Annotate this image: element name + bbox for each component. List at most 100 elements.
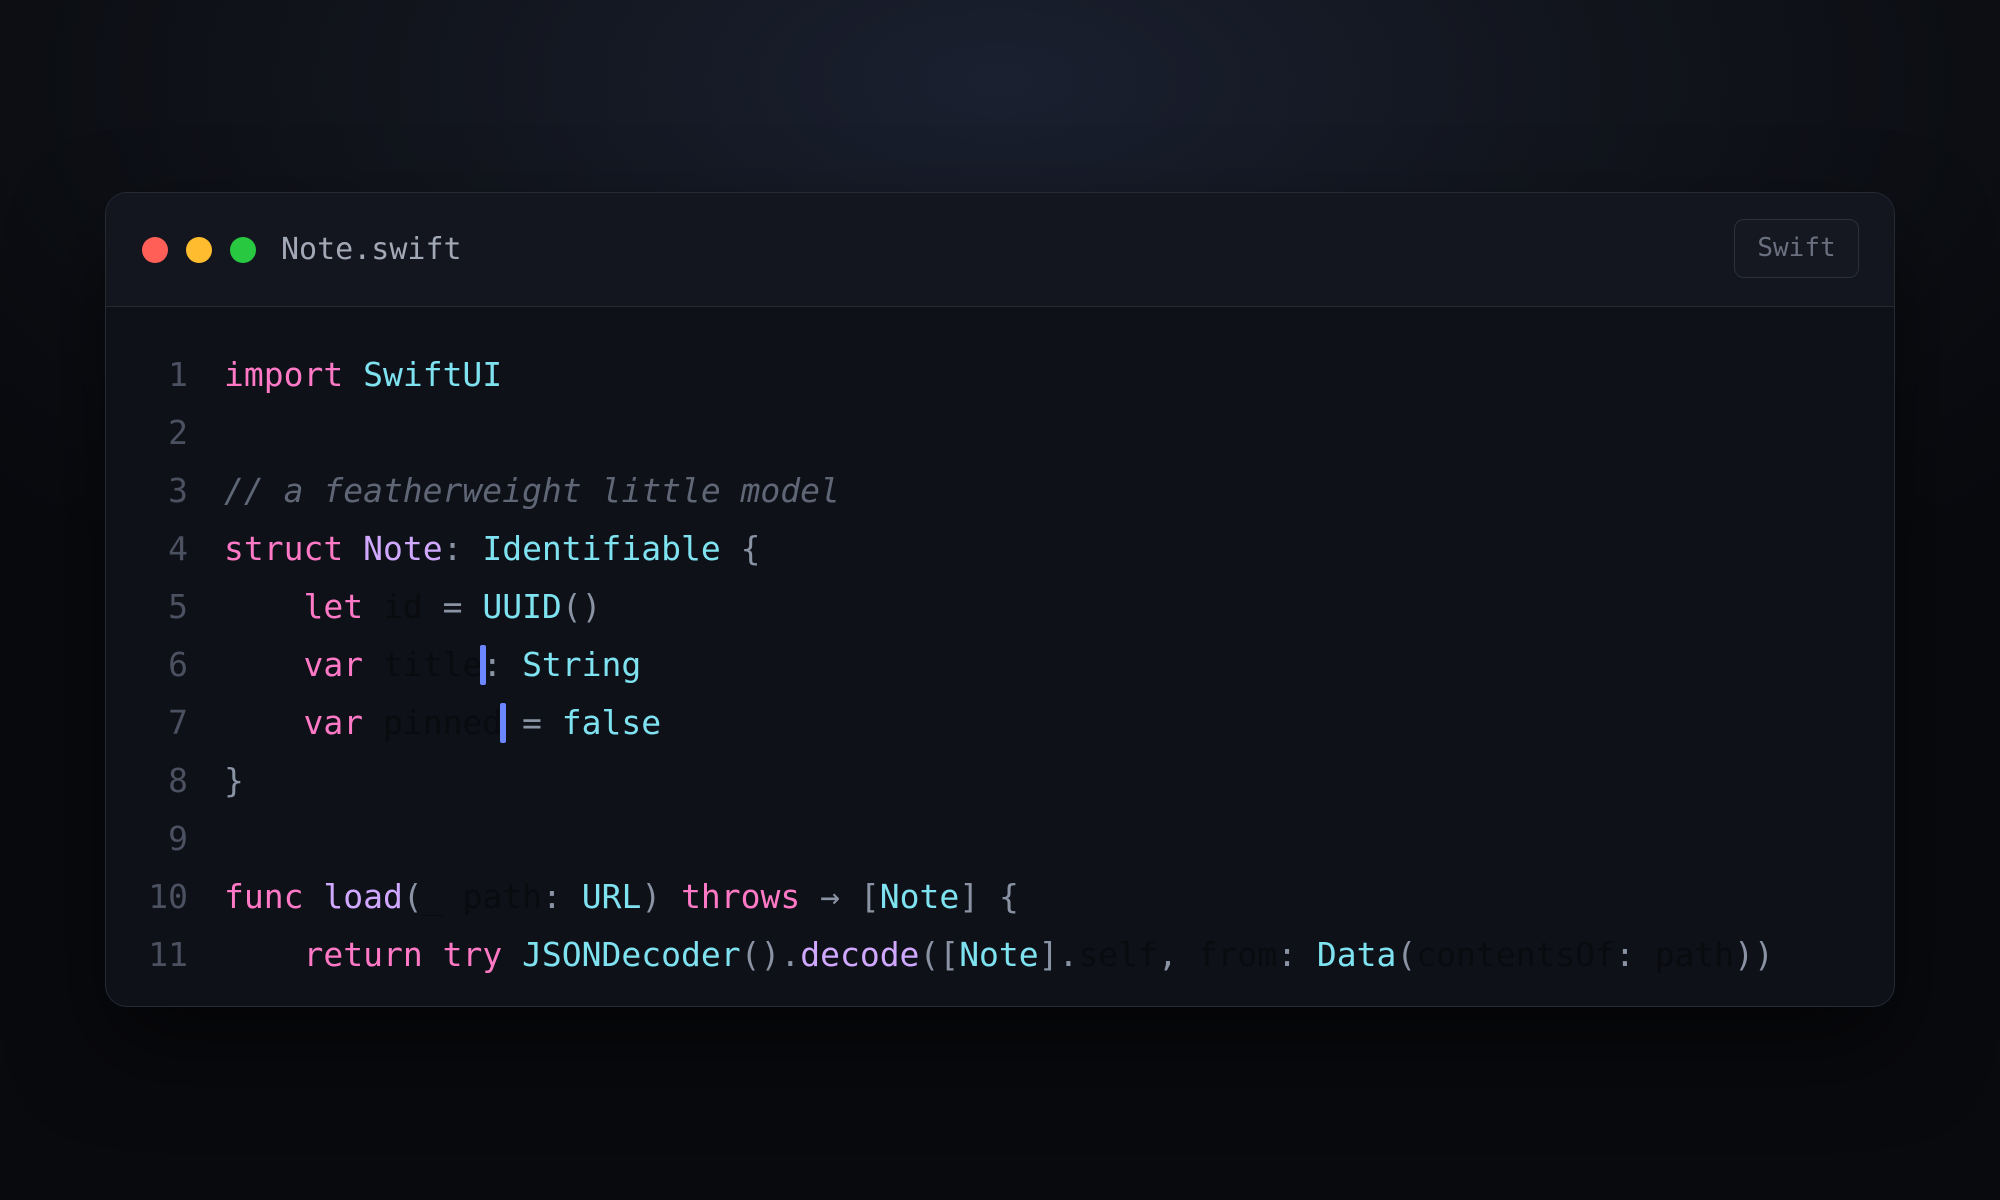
- text-cursor: [480, 645, 487, 685]
- line-number: 6: [168, 645, 188, 684]
- code-token: // a featherweight little model: [224, 471, 840, 510]
- line-number: 2: [168, 413, 188, 452]
- code-token: ].: [1038, 935, 1079, 974]
- code-token: Note: [959, 935, 1039, 974]
- code-token: :: [1277, 935, 1317, 974]
- line-content: }: [224, 752, 244, 810]
- code-token: import: [224, 355, 344, 394]
- code-token: ,: [1157, 935, 1198, 974]
- close-window-button[interactable]: [142, 237, 168, 263]
- line-content: var title: String: [224, 636, 641, 694]
- code-token: JSONDecoder: [522, 935, 741, 974]
- line-content: struct Note: Identifiable {: [224, 520, 761, 578]
- code-token: false: [561, 703, 662, 742]
- code-token: ): [641, 877, 682, 916]
- code-token: title: [382, 645, 483, 684]
- line-number: 10: [148, 877, 188, 916]
- code-token: from: [1197, 935, 1278, 974]
- line-content: func load(_ path: URL) throws → [Note] {: [224, 868, 1019, 926]
- code-token: decode: [800, 935, 920, 974]
- line-number: 3: [168, 471, 188, 510]
- code-token: ] {: [959, 877, 1019, 916]
- line-number: 5: [168, 587, 188, 626]
- code-token: {: [720, 529, 761, 568]
- code-token: var: [303, 645, 364, 684]
- code-token: Note: [363, 529, 443, 568]
- code-token: var: [303, 703, 364, 742]
- language-badge[interactable]: Swift: [1734, 219, 1859, 278]
- code-token: (): [561, 587, 602, 626]
- code-token: Note: [879, 877, 960, 916]
- code-token: :: [541, 877, 582, 916]
- line-content: let id = UUID(): [224, 578, 602, 636]
- code-token: throws: [681, 877, 801, 916]
- line-number: 4: [168, 529, 188, 568]
- minimize-window-button[interactable]: [186, 237, 212, 263]
- code-line[interactable]: 5 let id = UUID(): [106, 578, 1894, 636]
- code-token: (: [402, 877, 423, 916]
- code-token: struct: [224, 529, 344, 568]
- code-token: =: [422, 587, 483, 626]
- text-cursor: [500, 703, 507, 743]
- code-line[interactable]: 11 return try JSONDecoder().decode([Note…: [106, 926, 1894, 984]
- code-token: ([: [919, 935, 960, 974]
- code-line[interactable]: 8}: [106, 752, 1894, 810]
- code-line[interactable]: 2: [106, 404, 1894, 462]
- code-token: id: [382, 587, 423, 626]
- code-token: path: [462, 877, 542, 916]
- code-line[interactable]: 1 import SwiftUI: [106, 346, 1894, 404]
- code-token: return: [303, 935, 423, 974]
- code-line[interactable]: 7 var pinned = false: [106, 694, 1894, 752]
- code-line[interactable]: 10 func load(_ path: URL) throws → [Note]…: [106, 868, 1894, 926]
- code-token: pinned: [382, 703, 503, 742]
- code-token: _: [422, 877, 443, 916]
- maximize-window-button[interactable]: [230, 237, 256, 263]
- code-token: ().: [740, 935, 801, 974]
- code-line[interactable]: 3 // a featherweight little model: [106, 462, 1894, 520]
- line-content: // a featherweight little model: [224, 462, 840, 520]
- code-token: Identifiable: [482, 529, 721, 568]
- code-token: URL: [581, 877, 642, 916]
- line-number: 11: [148, 935, 188, 974]
- line-number: 9: [168, 819, 188, 858]
- code-token: =: [502, 703, 562, 742]
- code-token: :: [442, 529, 483, 568]
- code-token: String: [522, 645, 642, 684]
- code-token: }: [224, 761, 244, 800]
- code-token: try: [442, 935, 503, 974]
- code-token: let: [303, 587, 364, 626]
- code-line[interactable]: 6 var title: String: [106, 636, 1894, 694]
- code-token: )): [1734, 935, 1774, 974]
- code-window: Note.swift Swift 1 import SwiftUI 2 3 // a f…: [105, 192, 1895, 1007]
- code-line[interactable]: 9: [106, 810, 1894, 868]
- line-number: 8: [168, 761, 188, 800]
- title-bar: Note.swift Swift: [106, 193, 1894, 307]
- line-number: 1: [168, 355, 188, 394]
- code-token: → [: [800, 877, 880, 916]
- code-token: Data: [1316, 935, 1397, 974]
- code-token: load: [323, 877, 403, 916]
- code-token: SwiftUI: [363, 355, 503, 394]
- code-token: UUID: [482, 587, 562, 626]
- code-token: func: [224, 877, 304, 916]
- code-token: (: [1396, 935, 1417, 974]
- line-content: import SwiftUI: [224, 346, 502, 404]
- code-token: self: [1078, 935, 1158, 974]
- code-token: path: [1654, 935, 1735, 974]
- file-name: Note.swift: [281, 232, 462, 267]
- code-line[interactable]: 4 struct Note: Identifiable {: [106, 520, 1894, 578]
- code-token: contentsOf: [1416, 935, 1615, 974]
